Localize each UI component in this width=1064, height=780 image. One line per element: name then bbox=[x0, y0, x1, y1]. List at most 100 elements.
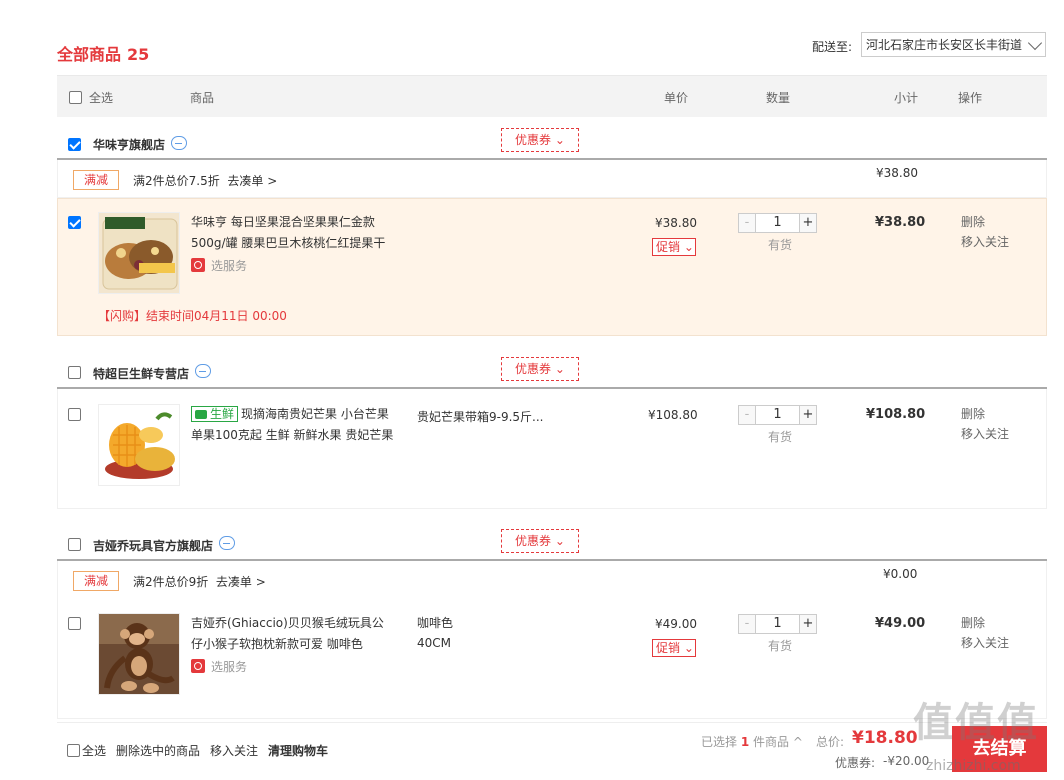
footer-select-all-label[interactable]: 全选 bbox=[82, 742, 106, 759]
promo-dropdown[interactable]: 促销 ⌄ bbox=[652, 639, 696, 657]
promo-rule: 满2件总价9折 bbox=[133, 575, 209, 589]
col-product: 商品 bbox=[190, 91, 215, 105]
promo-amount: ¥0.00 bbox=[883, 567, 918, 581]
unit-price: ¥49.00 bbox=[655, 617, 697, 631]
item-checkbox[interactable] bbox=[68, 617, 81, 630]
service-select[interactable]: 选服务 bbox=[191, 257, 247, 274]
service-label: 选服务 bbox=[211, 259, 248, 273]
promo-link[interactable]: 去凑单 > bbox=[227, 174, 277, 188]
product-name-line2: 单果100克起 生鲜 新鲜水果 贵妃芒果 bbox=[191, 428, 394, 442]
shop-checkbox[interactable] bbox=[68, 366, 81, 379]
spec-size: 40CM bbox=[417, 636, 452, 650]
product-name[interactable]: 生鲜 现摘海南贵妃芒果 小台芒果 单果100克起 生鲜 新鲜水果 贵妃芒果 bbox=[191, 404, 393, 446]
quantity-stepper[interactable]: - 1 + bbox=[738, 213, 817, 233]
watermark-url: zhizhizhi.com bbox=[926, 758, 1021, 774]
select-all-label: 全选 bbox=[89, 91, 114, 105]
service-select[interactable]: 选服务 bbox=[191, 658, 247, 675]
shop-name[interactable]: 特超巨生鲜专营店 bbox=[93, 365, 189, 382]
product-image[interactable] bbox=[98, 212, 180, 294]
clear-cart-link[interactable]: 清理购物车 bbox=[268, 742, 328, 759]
shop-name[interactable]: 吉娅乔玩具官方旗舰店 bbox=[93, 537, 213, 554]
decrease-button[interactable]: - bbox=[739, 406, 756, 424]
col-unit-price: 单价 bbox=[664, 91, 689, 105]
item-actions: 删除 移入关注 bbox=[961, 613, 1009, 653]
stock-status: 有货 bbox=[768, 238, 793, 252]
shop-checkbox[interactable] bbox=[68, 538, 81, 551]
item-actions: 删除 移入关注 bbox=[961, 404, 1009, 444]
move-to-follow-link[interactable]: 移入关注 bbox=[961, 633, 1009, 653]
product-image[interactable] bbox=[98, 613, 180, 695]
discount-amount: -¥20.00 bbox=[883, 754, 930, 768]
fresh-icon bbox=[195, 410, 207, 419]
chat-icon[interactable] bbox=[219, 536, 235, 550]
selected-summary[interactable]: 已选择 1 件商品 ^ bbox=[701, 733, 803, 750]
decrease-button[interactable]: - bbox=[739, 214, 756, 232]
move-to-follow-link[interactable]: 移入关注 bbox=[961, 232, 1009, 252]
item-checkbox[interactable] bbox=[68, 216, 81, 229]
coupon-button[interactable]: 优惠券 ⌄ bbox=[501, 128, 579, 152]
service-label: 选服务 bbox=[211, 660, 248, 674]
chevron-down-icon bbox=[1027, 35, 1043, 51]
increase-button[interactable]: + bbox=[799, 406, 816, 424]
item-checkbox[interactable] bbox=[68, 408, 81, 421]
title-text: 全部商品 bbox=[57, 45, 122, 64]
col-quantity: 数量 bbox=[766, 91, 791, 105]
quantity-value[interactable]: 1 bbox=[756, 214, 799, 232]
promo-tag: 满减 bbox=[73, 170, 119, 190]
promo-dropdown[interactable]: 促销 ⌄ bbox=[652, 238, 696, 256]
shop-checkbox[interactable] bbox=[68, 138, 81, 151]
item-subtotal: ¥108.80 bbox=[866, 407, 926, 422]
stock-status: 有货 bbox=[768, 639, 793, 653]
product-name[interactable]: 吉娅乔(Ghiaccio)贝贝猴毛绒玩具公 仔小猴子软抱枕新款可爱 咖啡色 bbox=[191, 613, 384, 655]
chat-icon[interactable] bbox=[171, 136, 187, 150]
unit-price: ¥38.80 bbox=[655, 216, 697, 230]
promo-amount: ¥38.80 bbox=[876, 166, 918, 180]
nuts-jar-image bbox=[99, 213, 179, 293]
promo-text: 满2件总价9折 去凑单 > bbox=[133, 573, 266, 590]
selected-count: 1 bbox=[740, 735, 750, 749]
coupon-label: 优惠券 bbox=[515, 133, 552, 147]
move-to-follow-link[interactable]: 移入关注 bbox=[961, 424, 1009, 444]
delete-link[interactable]: 删除 bbox=[961, 404, 1009, 424]
coupon-button[interactable]: 优惠券 ⌄ bbox=[501, 529, 579, 553]
increase-button[interactable]: + bbox=[799, 615, 816, 633]
shop-name[interactable]: 华味亨旗舰店 bbox=[93, 136, 165, 153]
service-gear-icon bbox=[191, 258, 205, 272]
quantity-stepper[interactable]: - 1 + bbox=[738, 405, 817, 425]
footer-select-all-checkbox[interactable] bbox=[67, 744, 80, 757]
ship-address-value: 河北石家庄市长安区长丰街道 bbox=[866, 38, 1023, 52]
increase-button[interactable]: + bbox=[799, 214, 816, 232]
item-actions: 删除 移入关注 bbox=[961, 212, 1009, 252]
quantity-stepper[interactable]: - 1 + bbox=[738, 614, 817, 634]
product-spec: 贵妃芒果带箱9-9.5斤... bbox=[417, 410, 544, 424]
fresh-tag: 生鲜 bbox=[191, 406, 239, 422]
coupon-button[interactable]: 优惠券 ⌄ bbox=[501, 357, 579, 381]
delete-selected-link[interactable]: 删除选中的商品 bbox=[116, 742, 200, 759]
select-all-checkbox[interactable] bbox=[69, 91, 82, 104]
fresh-tag-label: 生鲜 bbox=[210, 407, 235, 421]
coupon-label: 优惠券 bbox=[515, 362, 552, 376]
unit-price: ¥108.80 bbox=[648, 408, 698, 422]
item-subtotal: ¥38.80 bbox=[875, 215, 926, 230]
product-name-line2: 500g/罐 腰果巴旦木核桃仁红提果干 bbox=[191, 236, 386, 250]
cart-footer-bar: 全选 删除选中的商品 移入关注 清理购物车 已选择 1 件商品 ^ 总价: ¥1… bbox=[57, 722, 1047, 780]
quantity-value[interactable]: 1 bbox=[756, 615, 799, 633]
flash-sale-info: 【闪购】结束时间04月11日 00:00 bbox=[98, 309, 287, 323]
delete-link[interactable]: 删除 bbox=[961, 613, 1009, 633]
product-image[interactable] bbox=[98, 404, 180, 486]
decrease-button[interactable]: - bbox=[739, 615, 756, 633]
quantity-value[interactable]: 1 bbox=[756, 406, 799, 424]
promo-link[interactable]: 去凑单 > bbox=[216, 575, 266, 589]
total-label: 总价: bbox=[816, 735, 845, 749]
chat-icon[interactable] bbox=[195, 364, 211, 378]
delete-link[interactable]: 删除 bbox=[961, 212, 1009, 232]
col-subtotal: 小计 bbox=[894, 91, 919, 105]
page-title: 全部商品 25 bbox=[57, 41, 149, 65]
item-subtotal: ¥49.00 bbox=[875, 616, 926, 631]
selected-prefix: 已选择 bbox=[701, 735, 738, 749]
coupon-label: 优惠券 bbox=[515, 534, 552, 548]
product-name-line2: 仔小猴子软抱枕新款可爱 咖啡色 bbox=[191, 637, 363, 651]
product-name[interactable]: 华味亨 每日坚果混合坚果果仁金款 500g/罐 腰果巴旦木核桃仁红提果干 bbox=[191, 212, 385, 254]
ship-address-select[interactable]: 河北石家庄市长安区长丰街道 bbox=[861, 32, 1046, 57]
move-to-follow-link[interactable]: 移入关注 bbox=[210, 742, 258, 759]
